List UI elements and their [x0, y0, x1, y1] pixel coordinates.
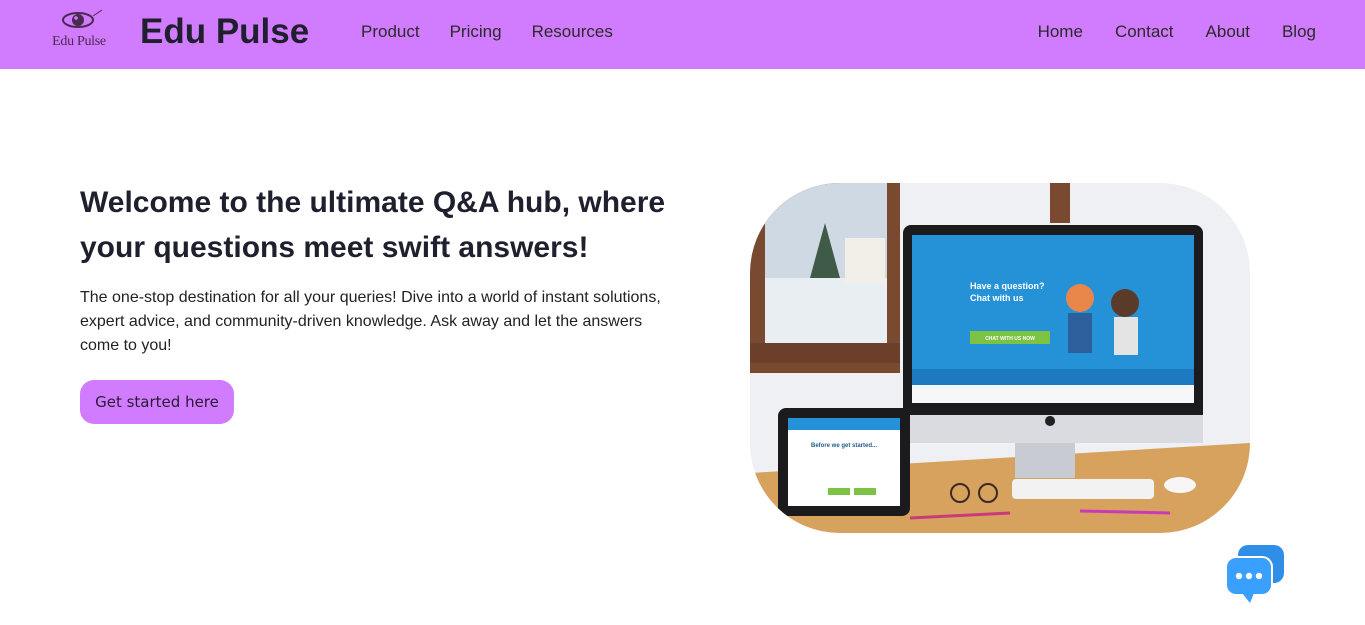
chat-bubble-icon — [1225, 545, 1284, 603]
monitor-heading-1: Have a question? — [970, 281, 1045, 291]
hero-image: Have a question? Chat with us CHAT WITH … — [750, 183, 1250, 533]
logo-text: Edu Pulse — [52, 34, 106, 49]
nav-contact[interactable]: Contact — [1115, 22, 1174, 42]
nav-product[interactable]: Product — [361, 22, 420, 42]
tablet-heading: Before we get started... — [811, 443, 877, 449]
hero-headline: Welcome to the ultimate Q&A hub, where y… — [80, 186, 666, 264]
nav-pricing[interactable]: Pricing — [450, 22, 502, 42]
primary-nav: Product Pricing Resources — [361, 22, 643, 42]
nav-blog[interactable]: Blog — [1282, 22, 1316, 42]
secondary-nav: Home Contact About Blog — [1006, 22, 1316, 42]
monitor-heading-2: Chat with us — [970, 293, 1024, 303]
chat-widget-button[interactable] — [1224, 543, 1286, 605]
nav-home[interactable]: Home — [1038, 22, 1083, 42]
top-navbar: Edu Pulse Edu Pulse Product Pricing Reso… — [0, 0, 1365, 69]
brand-title[interactable]: Edu Pulse — [140, 12, 309, 52]
get-started-button[interactable]: Get started here — [80, 380, 234, 424]
nav-about[interactable]: About — [1206, 22, 1250, 42]
eye-logo-icon — [62, 9, 103, 28]
desk-computer-illustration: Have a question? Chat with us CHAT WITH … — [750, 183, 1250, 533]
hero-description: The one-stop destination for all your qu… — [80, 289, 661, 354]
site-logo[interactable]: Edu Pulse — [46, 6, 112, 56]
nav-resources[interactable]: Resources — [532, 22, 613, 42]
monitor-button: CHAT WITH US NOW — [985, 336, 1035, 342]
